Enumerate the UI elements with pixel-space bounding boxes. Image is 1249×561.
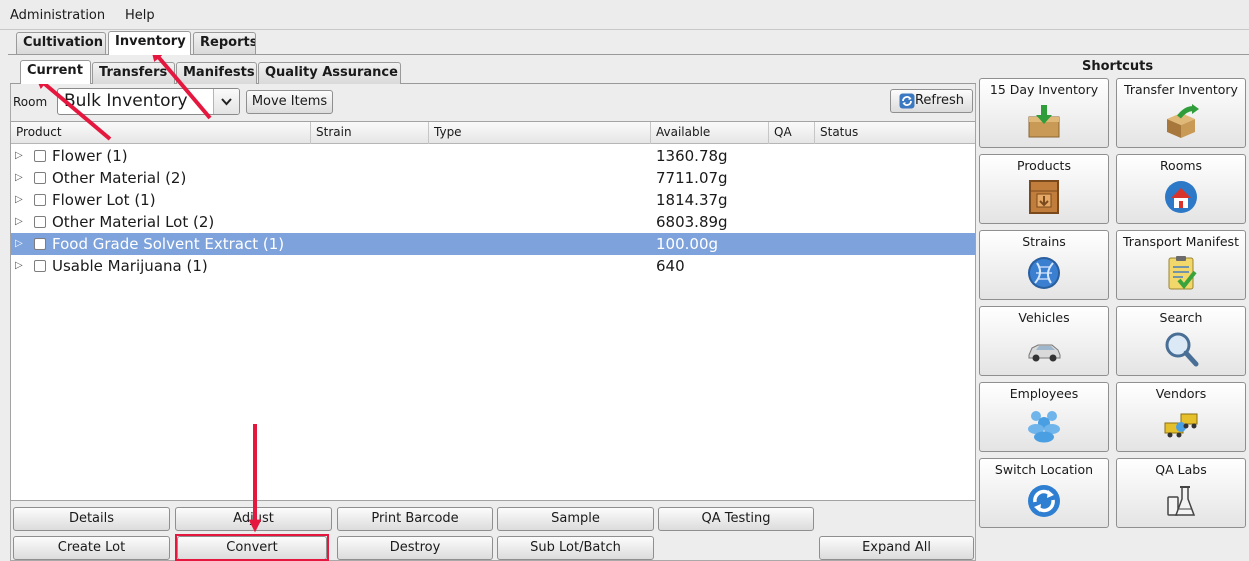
tab-current[interactable]: Current	[20, 60, 91, 84]
arrow-to-current-tab	[35, 75, 112, 141]
tab-inventory[interactable]: Inventory	[108, 31, 191, 55]
annotation-arrows	[35, 48, 262, 533]
arrow-to-inventory-tab	[150, 48, 212, 120]
